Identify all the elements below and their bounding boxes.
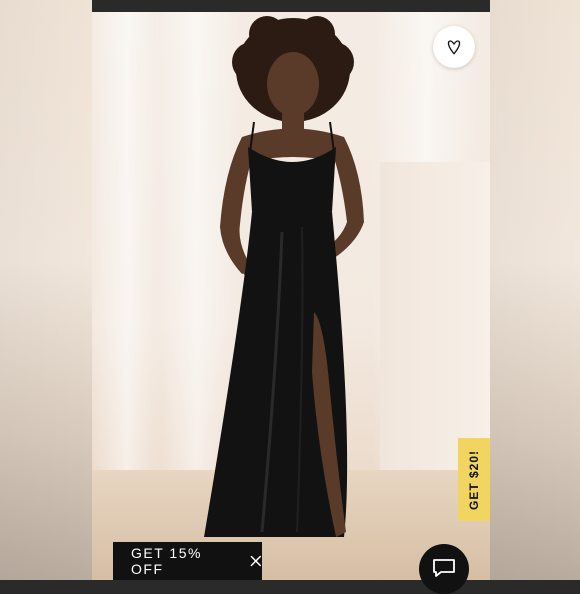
heart-icon [447,40,461,55]
product-photo[interactable] [92,12,490,580]
blurred-background-right [490,0,580,580]
promo-label: GET 15% OFF [131,545,202,577]
favorite-button[interactable] [433,26,475,68]
model-in-black-dress [204,16,364,537]
promo-bar[interactable]: GET 15% OFF [113,542,262,580]
blurred-background-left [0,0,92,580]
chat-button[interactable] [419,544,469,594]
close-icon[interactable] [250,555,262,567]
get-20-label: GET $20! [467,449,481,510]
chat-icon [433,559,455,577]
get-20-tab[interactable]: GET $20! [458,438,490,521]
